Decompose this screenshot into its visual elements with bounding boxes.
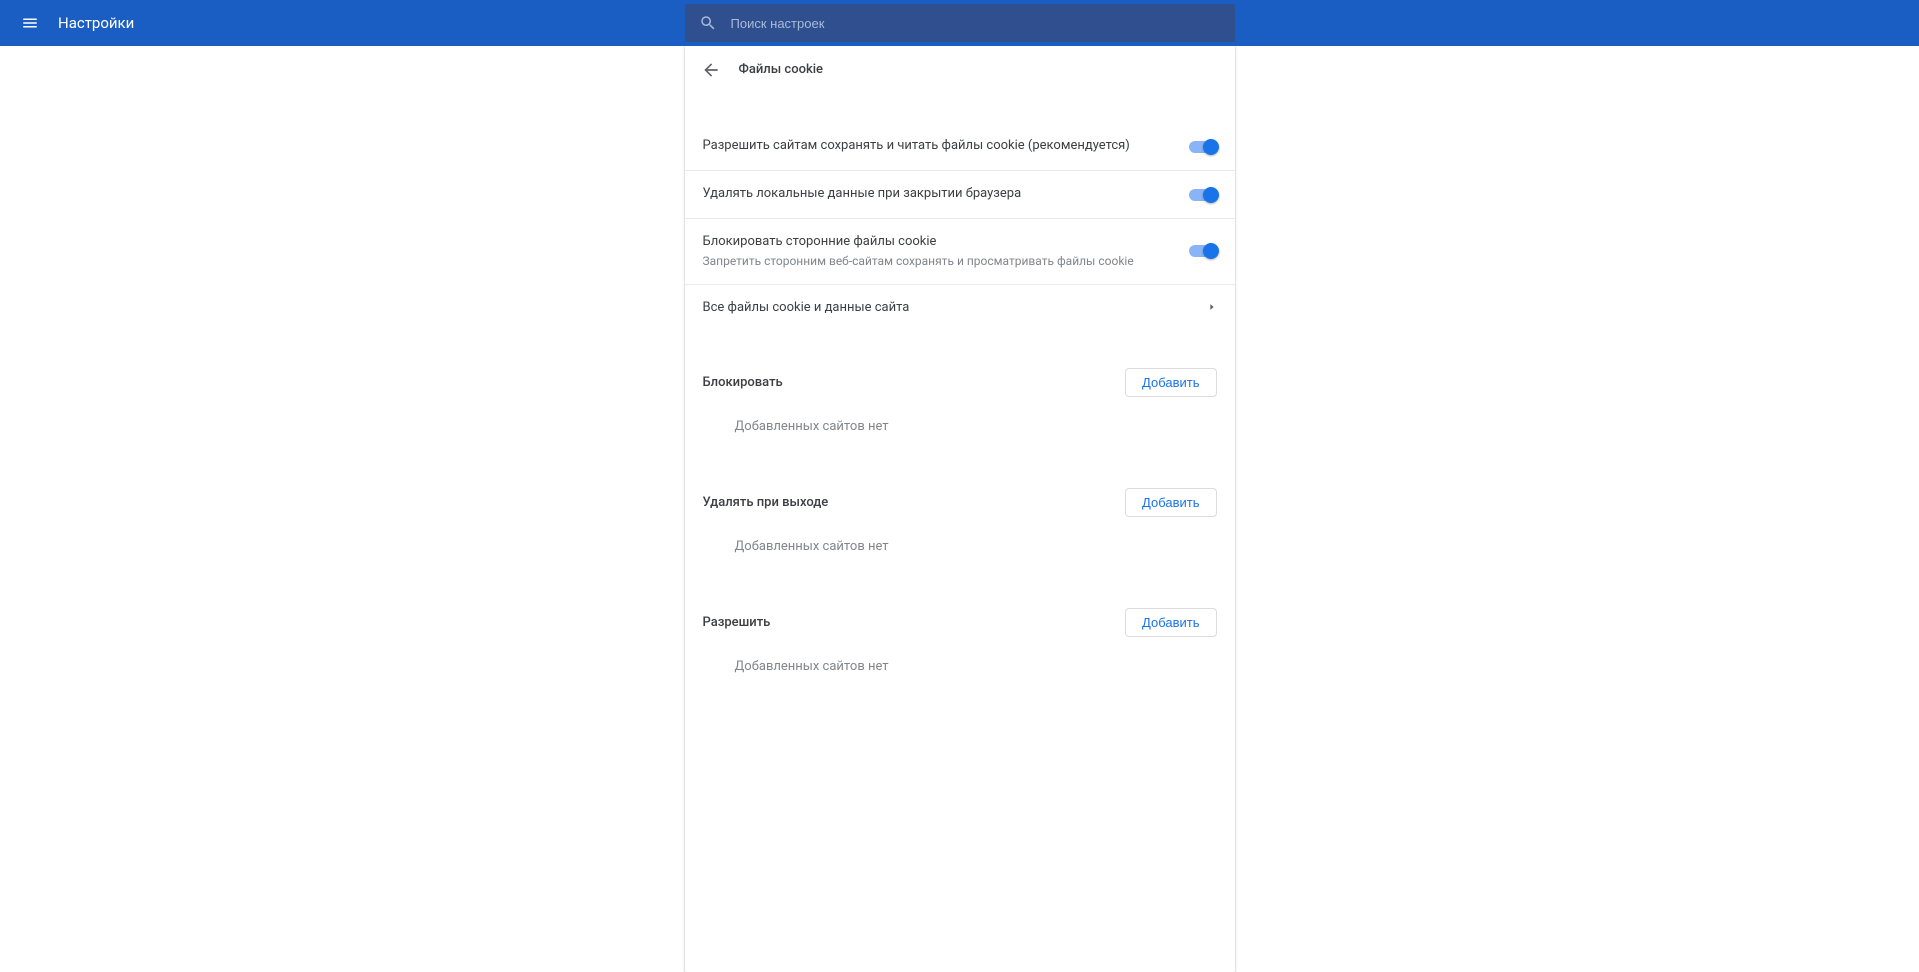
section-block-title: Блокировать: [703, 375, 783, 390]
search-icon: [699, 14, 717, 32]
section-allow-header: Разрешить Добавить: [685, 590, 1235, 647]
all-cookies-label: Все файлы cookie и данные сайта: [703, 299, 910, 317]
settings-card: Файлы cookie Разрешить сайтам сохранять …: [685, 46, 1235, 972]
toggle-label: Разрешить сайтам сохранять и читать файл…: [703, 137, 1189, 155]
section-block-empty: Добавленных сайтов нет: [685, 407, 1235, 452]
delete-on-close-label: Удалять локальные данные при закрытии бр…: [703, 185, 1173, 203]
arrow-back-icon: [701, 60, 721, 80]
search-input[interactable]: [731, 16, 1221, 31]
delete-on-close-toggle[interactable]: [1189, 189, 1217, 201]
toggle-row-delete-on-close: Удалять локальные данные при закрытии бр…: [685, 170, 1235, 218]
topbar-title: Настройки: [58, 14, 134, 32]
section-clear-title: Удалять при выходе: [703, 495, 829, 510]
chevron-right-icon: [1207, 301, 1217, 316]
block-third-party-label: Блокировать сторонние файлы cookie: [703, 233, 1173, 251]
add-block-button[interactable]: Добавить: [1125, 368, 1216, 397]
add-clear-button[interactable]: Добавить: [1125, 488, 1216, 517]
page-body: Файлы cookie Разрешить сайтам сохранять …: [0, 46, 1919, 972]
allow-cookies-label: Разрешить сайтам сохранять и читать файл…: [703, 137, 1173, 155]
toggle-knob: [1203, 187, 1219, 203]
section-clear-empty: Добавленных сайтов нет: [685, 527, 1235, 572]
section-allow-title: Разрешить: [703, 615, 771, 630]
toggle-knob: [1203, 243, 1219, 259]
section-clear-header: Удалять при выходе Добавить: [685, 470, 1235, 527]
topbar: Настройки: [0, 0, 1919, 46]
allow-cookies-toggle[interactable]: [1189, 141, 1217, 153]
toggle-row-allow-cookies: Разрешить сайтам сохранять и читать файл…: [685, 122, 1235, 170]
menu-button[interactable]: [12, 5, 48, 41]
toggle-row-block-third-party: Блокировать сторонние файлы cookie Запре…: [685, 218, 1235, 284]
menu-icon: [21, 14, 39, 32]
all-cookies-link[interactable]: Все файлы cookie и данные сайта: [685, 284, 1235, 332]
search-field[interactable]: [685, 4, 1235, 42]
back-button[interactable]: [695, 54, 727, 86]
toggle-label-group: Блокировать сторонние файлы cookie Запре…: [703, 233, 1189, 270]
toggle-knob: [1203, 139, 1219, 155]
block-third-party-sublabel: Запретить сторонним веб-сайтам сохранять…: [703, 253, 1173, 270]
card-header: Файлы cookie: [685, 46, 1235, 94]
page-title: Файлы cookie: [739, 62, 824, 77]
section-block-header: Блокировать Добавить: [685, 350, 1235, 407]
toggle-label: Удалять локальные данные при закрытии бр…: [703, 185, 1189, 203]
add-allow-button[interactable]: Добавить: [1125, 608, 1216, 637]
section-allow-empty: Добавленных сайтов нет: [685, 647, 1235, 692]
block-third-party-toggle[interactable]: [1189, 245, 1217, 257]
